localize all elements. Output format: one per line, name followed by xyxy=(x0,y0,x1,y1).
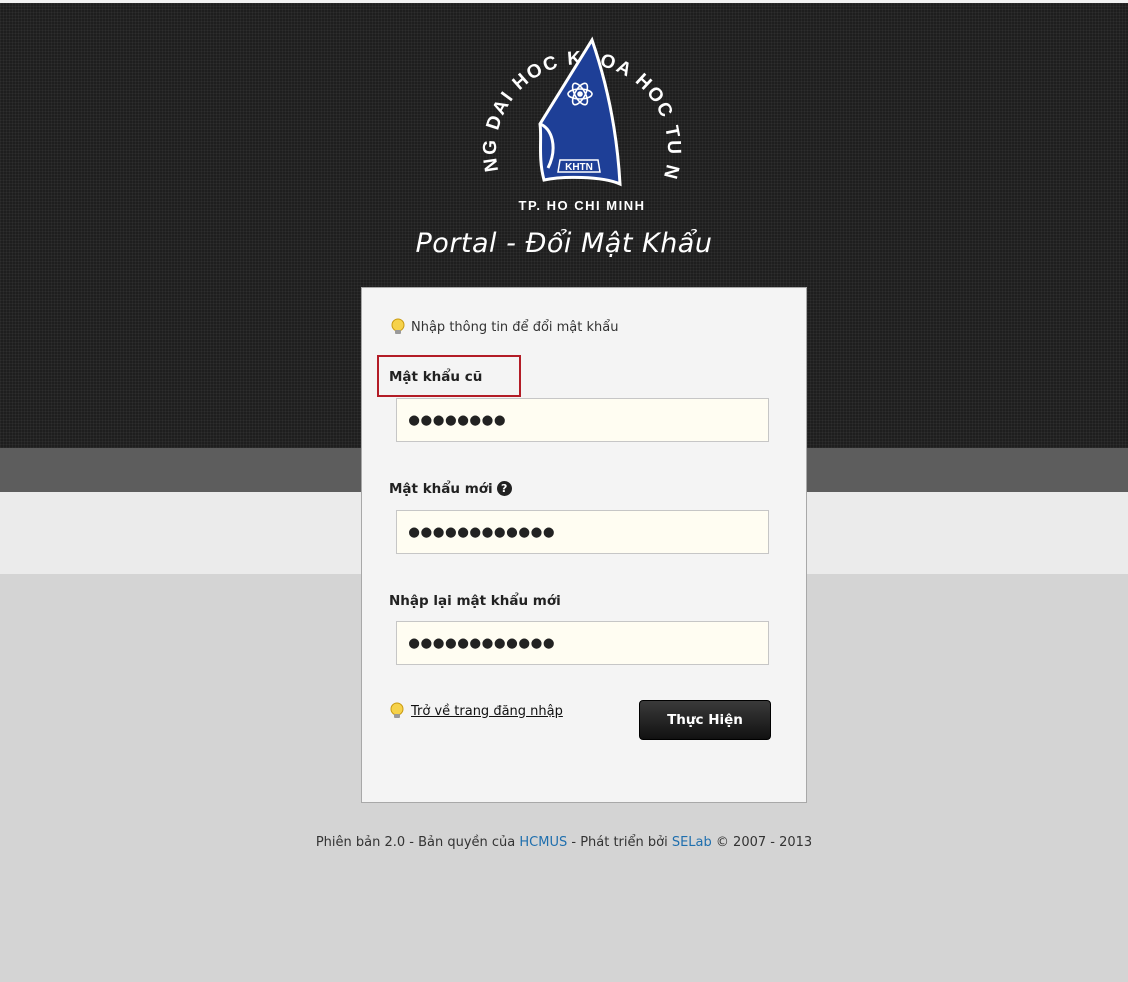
back-link-row: Trở về trang đăng nhập xyxy=(389,702,563,720)
footer-middle: - Phát triển bởi xyxy=(567,835,672,850)
back-to-login-link[interactable]: Trở về trang đăng nhập xyxy=(411,704,563,719)
form-hint-text: Nhập thông tin để đổi mật khẩu xyxy=(411,319,619,335)
university-logo: TRUONG DAI HOC KHOA HOC TU NHIEN TP. HO … xyxy=(462,8,702,218)
old-password-field[interactable] xyxy=(396,398,769,442)
submit-button[interactable]: Thực Hiện xyxy=(639,700,771,740)
footer-suffix: © 2007 - 2013 xyxy=(711,835,813,850)
footer-prefix: Phiên bản 2.0 - Bản quyền của xyxy=(315,835,520,850)
form-hint: Nhập thông tin để đổi mật khẩu xyxy=(390,318,618,336)
old-password-label: Mật khẩu cũ xyxy=(389,369,483,385)
help-icon[interactable]: ? xyxy=(496,481,512,496)
logo-city-text: TP. HO CHI MINH xyxy=(519,198,646,213)
page-footer: Phiên bản 2.0 - Bản quyền của HCMUS - Ph… xyxy=(0,835,1128,850)
change-password-form: Nhập thông tin để đổi mật khẩu Mật khẩu … xyxy=(361,287,807,803)
lightbulb-icon xyxy=(391,318,405,334)
logo-badge: KHTN xyxy=(557,159,601,173)
new-password-label-row: Mật khẩu mới? xyxy=(389,481,512,497)
lightbulb-icon xyxy=(390,702,404,718)
page-title: Portal - Đổi Mật Khẩu xyxy=(415,228,713,259)
logo-badge-text: KHTN xyxy=(565,162,593,173)
confirm-password-field[interactable] xyxy=(396,621,769,665)
confirm-password-label: Nhập lại mật khẩu mới xyxy=(389,593,561,609)
hcmus-link[interactable]: HCMUS xyxy=(519,835,567,850)
selab-link[interactable]: SELab xyxy=(672,835,712,850)
new-password-label: Mật khẩu mới xyxy=(389,481,493,497)
new-password-field[interactable] xyxy=(396,510,769,554)
